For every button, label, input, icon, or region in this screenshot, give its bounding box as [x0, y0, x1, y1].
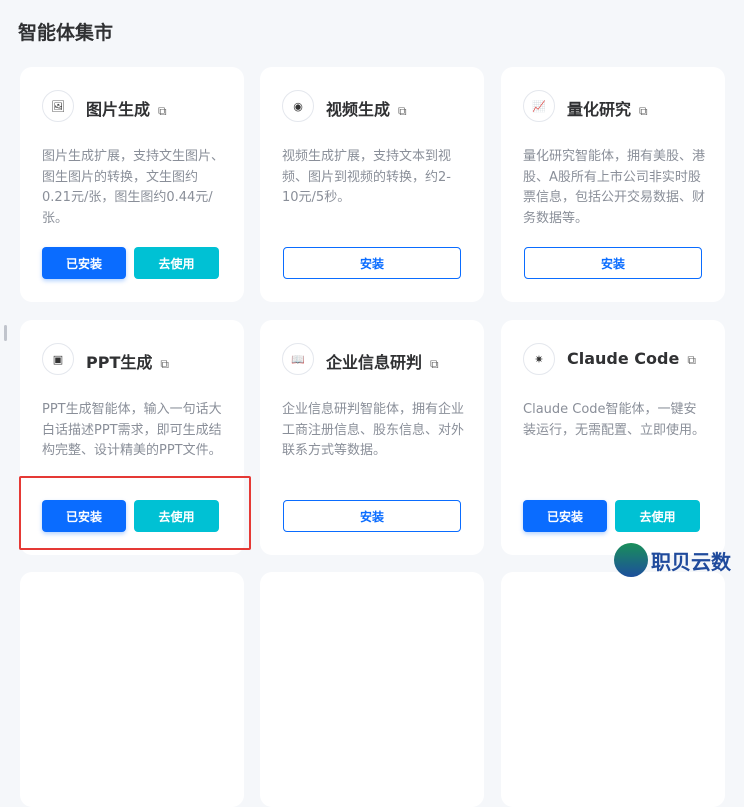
- agent-description: Claude Code智能体，一键安装运行，无需配置、立即使用。: [523, 402, 706, 438]
- agent-description: 图片生成扩展，支持文生图片、图生图片的转换，文生图约0.21元/张，图生图约0.…: [42, 149, 225, 226]
- device-icon: ⧉: [687, 353, 696, 367]
- agent-name: 量化研究: [567, 100, 632, 119]
- book-icon: 📖: [282, 343, 314, 375]
- page-title: 智能体集市: [18, 22, 114, 44]
- agent-description: PPT生成智能体，输入一句话大白话描述PPT需求，即可生成结构完整、设计精美的P…: [42, 402, 222, 458]
- agent-description: 视频生成扩展，支持文本到视频、图片到视频的转换，约2-10元/5秒。: [282, 149, 452, 205]
- use-button[interactable]: 去使用: [134, 247, 219, 279]
- highlight-box: [19, 476, 251, 550]
- agent-name: 视频生成: [326, 100, 391, 119]
- agent-description: 企业信息研判智能体，拥有企业工商注册信息、股东信息、对外联系方式等数据。: [282, 402, 465, 458]
- device-icon: ⧉: [639, 104, 648, 118]
- presentation-icon: ▣: [42, 343, 74, 375]
- agent-name: 图片生成: [86, 100, 151, 119]
- agent-card: ◉ 视频生成 ⧉ 视频生成扩展，支持文本到视频、图片到视频的转换，约2-10元/5…: [260, 67, 484, 302]
- video-icon: ◉: [282, 90, 314, 122]
- device-icon: ⧉: [398, 104, 407, 118]
- agent-card: 🖼 图片生成 ⧉ 图片生成扩展，支持文生图片、图生图片的转换，文生图约0.21元/…: [20, 67, 244, 302]
- agent-description: 量化研究智能体，拥有美股、港股、A股所有上市公司非实时股票信息，包括公开交易数据…: [523, 149, 706, 226]
- installed-button[interactable]: 已安装: [523, 500, 607, 532]
- device-icon: ⧉: [160, 357, 169, 371]
- asterisk-icon: ✷: [523, 343, 555, 375]
- use-button[interactable]: 去使用: [615, 500, 700, 532]
- device-icon: ⧉: [430, 357, 439, 371]
- watermark-text: 职贝云数: [651, 549, 731, 574]
- agent-name: 企业信息研判: [326, 353, 423, 372]
- watermark: 职贝云数: [614, 543, 731, 577]
- chart-icon: 📈: [523, 90, 555, 122]
- installed-button[interactable]: 已安装: [42, 247, 126, 279]
- watermark-logo: [614, 543, 648, 577]
- agent-name: Claude Code: [567, 349, 680, 368]
- image-icon: 🖼: [42, 90, 74, 122]
- agent-card: [20, 572, 244, 807]
- agent-card: [260, 572, 484, 807]
- agent-card: 📖 企业信息研判 ⧉ 企业信息研判智能体，拥有企业工商注册信息、股东信息、对外联系…: [260, 320, 484, 555]
- install-button[interactable]: 安装: [283, 247, 461, 279]
- agent-card: ✷ Claude Code ⧉ Claude Code智能体，一键安装运行，无需配…: [501, 320, 725, 555]
- agent-card: [501, 572, 725, 807]
- install-button[interactable]: 安装: [283, 500, 461, 532]
- install-button[interactable]: 安装: [524, 247, 702, 279]
- agent-card: 📈 量化研究 ⧉ 量化研究智能体，拥有美股、港股、A股所有上市公司非实时股票信息，…: [501, 67, 725, 302]
- agent-name: PPT生成: [86, 353, 153, 372]
- scrollbar[interactable]: [4, 325, 7, 341]
- device-icon: ⧉: [158, 104, 167, 118]
